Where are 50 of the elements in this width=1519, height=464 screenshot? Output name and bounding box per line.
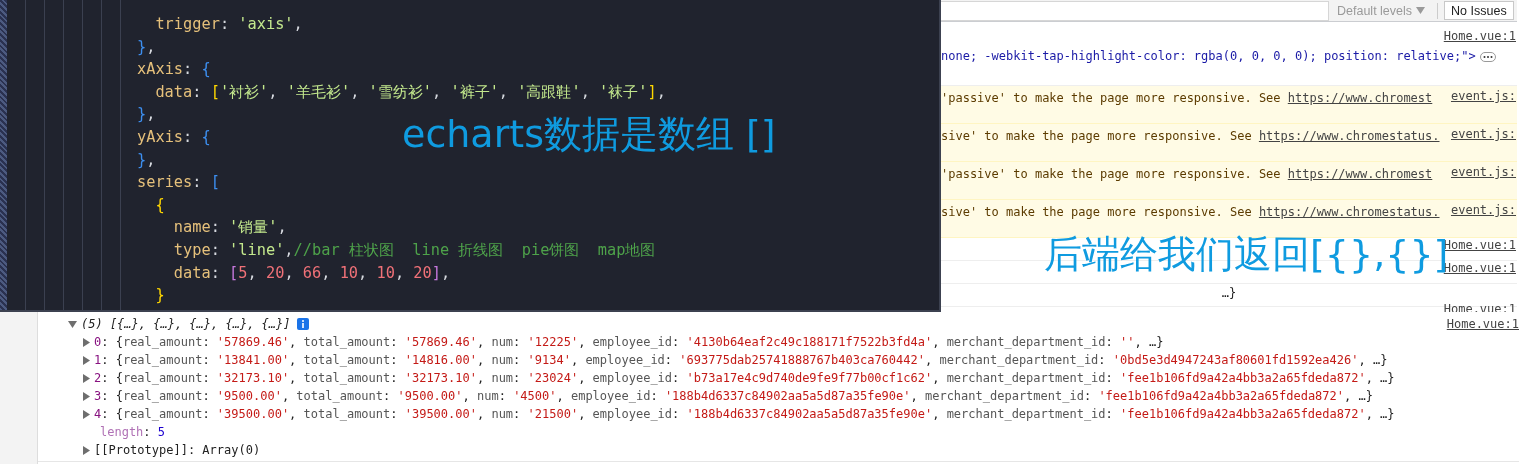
code-line: }, <box>137 104 156 126</box>
code-line: type: 'line',//bar 柱状图 line 折线图 pie饼图 map地图 <box>172 239 656 261</box>
warning-text: 'passive' to make the page more responsive. See https://www.chromest <box>941 166 1433 183</box>
filter-field[interactable] <box>941 0 1329 21</box>
object-preview[interactable]: 1: {real_amount: '13841.00', total_amount: '14816.00', num: '9134', employee_id: '693775dab25741888767b403ca760442', merchant_department_id: '0bd5e3d4947243af80601fd1592ea426', …} <box>94 351 1388 369</box>
object-preview[interactable]: 0: {real_amount: '57869.46', total_amount: '57869.46', num: '12225', employee_id: '4130b64eaf2c49c188171f7522b3fd4a', merchant_department_id: '', …} <box>94 333 1164 351</box>
code-line: name: '销量', <box>172 217 287 239</box>
object-preview[interactable]: [[Prototype]]: Array(0) <box>94 441 261 459</box>
expand-arrow-icon[interactable] <box>83 445 90 455</box>
object-preview[interactable]: 3: {real_amount: '9500.00', total_amount: '9500.00', num: '4500', employee_id: '188b4d6337c84902aa5a5d87a35fe90e', merchant_department_id: 'fee1b106fd9a42a4bb3a2a65fdeda872', …} <box>94 387 1373 405</box>
expand-arrow-icon[interactable] <box>83 355 90 365</box>
code-line: series: [ <box>137 172 220 194</box>
link[interactable]: https://www.chromest <box>1287 91 1433 105</box>
code-line: }, <box>137 36 156 58</box>
code-line: } <box>154 285 165 307</box>
code-line: }, <box>137 149 156 171</box>
warning-text: 'passive' to make the page more responsive. See https://www.chromest <box>941 90 1433 107</box>
source-link[interactable]: Home.vue:1 <box>1443 29 1516 47</box>
code-line: yAxis: { <box>137 126 211 148</box>
warning-text: sive' to make the page more responsive. See https://www.chromestatus. <box>941 128 1440 145</box>
object-preview: length: 5 <box>100 424 166 441</box>
expand-arrow-icon[interactable] <box>83 391 90 401</box>
collapse-arrow-icon[interactable] <box>68 320 77 328</box>
object-preview[interactable]: 2: {real_amount: '32173.10', total_amount: '32173.10', num: '23024', employee_id: 'b73a17e4c9d740de9fe9f77b00cf1c62', merchant_department_id: 'fee1b106fd9a42a4bb3a2a65fdeda872', …} <box>94 369 1395 387</box>
array-summary[interactable]: (5) [{…}, {…}, {…}, {…}, {…}] <box>81 315 291 333</box>
log-text: none; -webkit-tap-highlight-color: rgba(0, 0, 0, 0); position: relative;"> <box>941 48 1476 65</box>
more-icon[interactable] <box>1479 51 1496 62</box>
source-link[interactable]: event.js: <box>1450 89 1516 103</box>
source-link[interactable]: Home.vue:1 <box>1446 317 1519 331</box>
info-icon <box>296 318 309 330</box>
link[interactable]: https://www.chromest <box>1287 167 1433 181</box>
expand-arrow-icon[interactable] <box>83 337 90 347</box>
link[interactable]: https://www.chromestatus. <box>1258 205 1440 219</box>
warning-text: sive' to make the page more responsive. See https://www.chromestatus. <box>941 204 1440 221</box>
source-link[interactable]: event.js: <box>1450 127 1516 141</box>
caret-icon <box>1416 7 1426 14</box>
log-text: …} <box>1221 285 1237 302</box>
expand-arrow-icon[interactable] <box>83 373 90 383</box>
source-link[interactable]: event.js: <box>1450 165 1516 179</box>
issues-button[interactable]: No Issues <box>1444 1 1514 20</box>
source-link[interactable]: event.js: <box>1450 203 1516 217</box>
link[interactable]: https://www.chromestatus. <box>1258 129 1440 143</box>
code-line: { <box>154 194 165 216</box>
code-line: xAxis: { <box>137 59 211 81</box>
annotation-text: echarts数据是数组 [] <box>402 114 776 156</box>
expand-arrow-icon[interactable] <box>83 409 90 419</box>
code-line: data: ['衬衫', '羊毛衫', '雪纺衫', '裤子', '高跟鞋', '袜子'], <box>154 81 666 103</box>
object-preview[interactable]: 4: {real_amount: '39500.00', total_amount: '39500.00', num: '21500', employee_id: '188b4d6337c84902aa5a5d87a35fe90e', merchant_department_id: 'fee1b106fd9a42a4bb3a2a65fdeda872', …} <box>94 405 1395 423</box>
code-line: data: [5, 20, 66, 10, 10, 20], <box>172 262 451 284</box>
code-line: trigger: 'axis', <box>154 14 303 35</box>
